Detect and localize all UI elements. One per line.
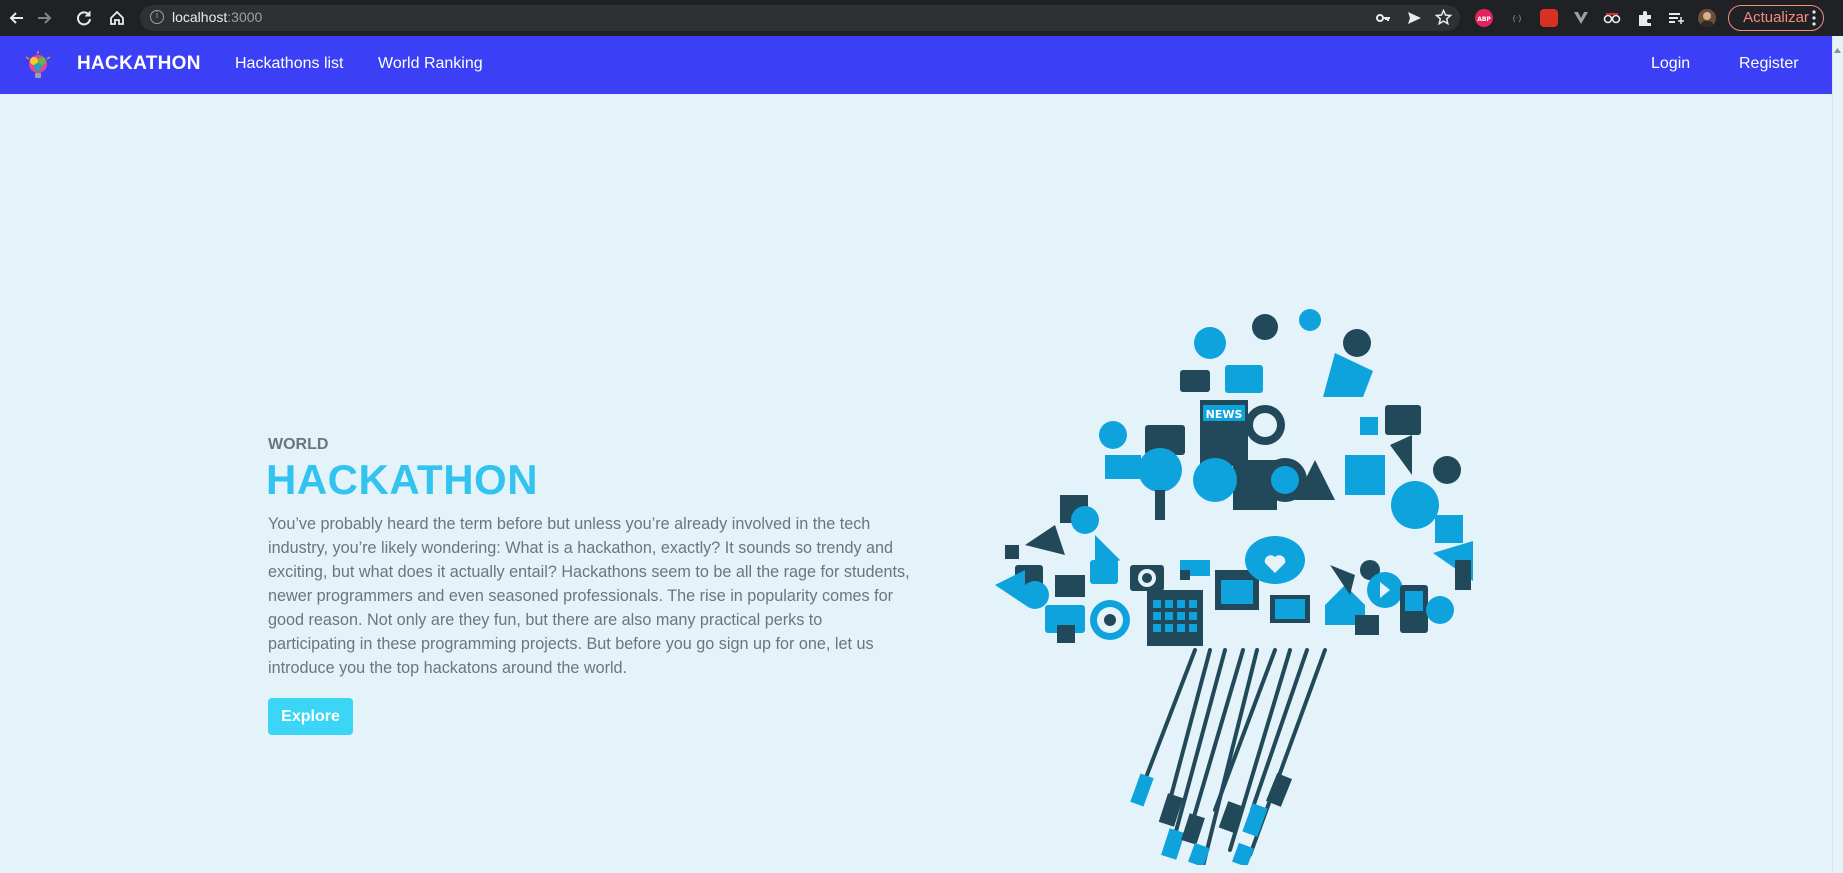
svg-text:(·): (·): [1513, 14, 1522, 23]
url-text[interactable]: localhost:3000: [172, 9, 262, 25]
info-icon[interactable]: i: [150, 10, 164, 24]
address-bar[interactable]: i localhost:3000: [140, 5, 1460, 31]
hero-eyebrow: WORLD: [268, 436, 329, 453]
star-icon[interactable]: [1434, 8, 1453, 30]
register-link[interactable]: Register: [1739, 55, 1799, 73]
adblock-icon[interactable]: ABP: [1475, 9, 1493, 27]
hero-description: You’ve probably heard the term before bu…: [268, 515, 910, 677]
extension-icons[interactable]: (·): [1508, 9, 1526, 27]
illustration-news-label: NEWS: [1206, 408, 1243, 421]
svg-text:ABP: ABP: [1477, 16, 1491, 23]
puzzle-icon[interactable]: [1636, 9, 1654, 27]
profile-avatar[interactable]: [1698, 9, 1716, 27]
home-icon[interactable]: [106, 7, 128, 29]
hackathon-logo[interactable]: [22, 49, 54, 81]
page-scrollbar[interactable]: [1832, 36, 1843, 873]
hero-title: HACKATHON: [266, 456, 539, 503]
nav-link-hackathons-list[interactable]: Hackathons list: [235, 55, 344, 73]
screenshot-extension-icon[interactable]: [1540, 9, 1558, 27]
reading-list-icon[interactable]: [1667, 9, 1685, 27]
reload-icon[interactable]: [73, 7, 95, 29]
url-port: :3000: [227, 9, 263, 25]
menu-dots-icon[interactable]: [1812, 9, 1816, 31]
login-link[interactable]: Login: [1651, 55, 1690, 73]
url-host: localhost: [172, 9, 228, 25]
key-icon[interactable]: [1375, 10, 1391, 30]
scrollbar-arrow-icon[interactable]: [1833, 40, 1842, 100]
explore-button[interactable]: Explore: [268, 698, 353, 735]
cloud-tech-illustration: NEWS: [985, 305, 1505, 872]
site-navbar: HACKATHON Hackathons list World Ranking …: [0, 36, 1832, 94]
send-icon[interactable]: [1406, 10, 1422, 30]
glasses-extension-icon[interactable]: [1603, 9, 1621, 27]
update-browser-button[interactable]: Actualizar: [1728, 5, 1824, 31]
forward-icon[interactable]: [33, 7, 55, 29]
back-icon[interactable]: [6, 7, 28, 29]
brand-name[interactable]: HACKATHON: [77, 53, 201, 75]
vue-devtools-icon[interactable]: [1572, 9, 1590, 27]
nav-link-world-ranking[interactable]: World Ranking: [378, 55, 483, 73]
browser-toolbar: i localhost:3000 ABP (·) Actualizar: [0, 0, 1843, 36]
